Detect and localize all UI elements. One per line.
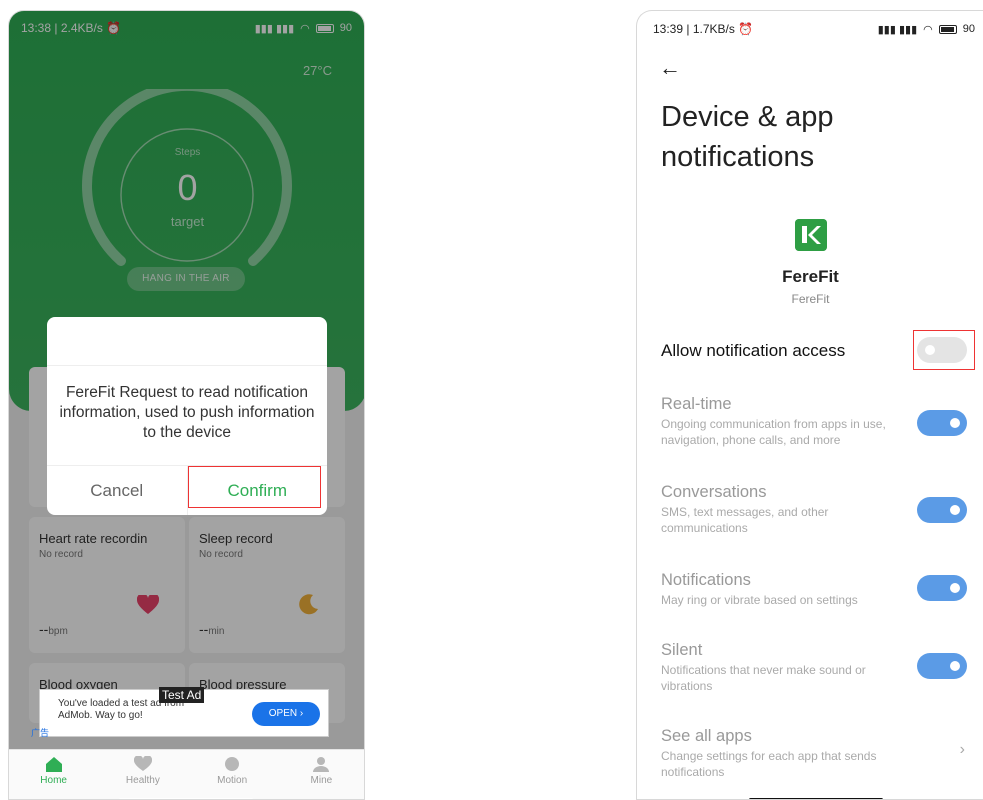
chevron-right-icon: › <box>959 741 965 758</box>
fereft-app-icon <box>795 219 827 251</box>
fitness-app-screen: 13:38 | 2.4KB/s ⏰ ▮▮▮ ▮▮▮ ◠ 90 27°C Step… <box>8 10 365 800</box>
dialog-divider <box>47 365 327 366</box>
notifications-toggle[interactable] <box>917 575 967 601</box>
heart-icon <box>133 756 152 771</box>
dialog-message: FereFit Request to read notification inf… <box>59 384 315 441</box>
screenshot-stage: 13:38 | 2.4KB/s ⏰ ▮▮▮ ▮▮▮ ◠ 90 27°C Step… <box>0 0 983 800</box>
see-all-apps-row[interactable]: See all apps Change settings for each ap… <box>661 727 981 780</box>
home-icon <box>45 757 62 772</box>
app-package: FereFit <box>791 292 830 306</box>
app-name: FereFit <box>782 267 839 286</box>
tab-healthy[interactable]: Healthy <box>98 750 187 799</box>
person-icon <box>313 757 330 772</box>
cancel-button[interactable]: Cancel <box>47 466 188 515</box>
back-arrow-icon[interactable]: ← <box>659 55 681 81</box>
test-ad-tag: Test Ad <box>159 687 205 703</box>
silent-desc: Notifications that never make sound or v… <box>661 663 866 693</box>
tab-mine[interactable]: Mine <box>277 750 364 799</box>
confirm-highlight-box <box>188 466 321 508</box>
tab-home[interactable]: Home <box>9 750 98 799</box>
bottom-tab-bar: Home Healthy Motion Mine <box>9 749 364 799</box>
page-title: Device & app notifications <box>661 101 834 173</box>
signal-icon: ▮▮▮ ▮▮▮ <box>877 23 918 36</box>
notifications-desc: May ring or vibrate based on settings <box>661 593 858 607</box>
status-bar: 13:39 | 1.7KB/s ⏰ ▮▮▮ ▮▮▮ ◠ 90 <box>653 21 975 37</box>
toggle-highlight-box <box>913 330 975 370</box>
status-right: ▮▮▮ ▮▮▮ ◠ 90 <box>878 23 975 36</box>
run-icon <box>225 757 240 771</box>
status-time: 13:39 | 1.7KB/s ⏰ <box>653 22 754 36</box>
wifi-icon: ◠ <box>923 23 933 36</box>
silent-toggle[interactable] <box>917 653 967 679</box>
realtime-desc: Ongoing communication from apps in use, … <box>661 417 886 447</box>
settings-screen: 13:39 | 1.7KB/s ⏰ ▮▮▮ ▮▮▮ ◠ 90 ← Device … <box>636 10 983 800</box>
conversations-desc: SMS, text messages, and other communicat… <box>661 505 829 535</box>
see-all-apps-title: See all apps <box>661 727 752 745</box>
tab-motion[interactable]: Motion <box>188 750 277 799</box>
ad-label: 广告 <box>31 728 50 738</box>
realtime-toggle[interactable] <box>917 410 967 436</box>
ad-open-button[interactable]: OPEN › <box>252 702 320 726</box>
conversations-toggle[interactable] <box>917 497 967 523</box>
battery-level: 90 <box>962 23 975 35</box>
battery-icon <box>938 24 957 34</box>
see-all-apps-desc: Change settings for each app that sends … <box>661 749 877 779</box>
